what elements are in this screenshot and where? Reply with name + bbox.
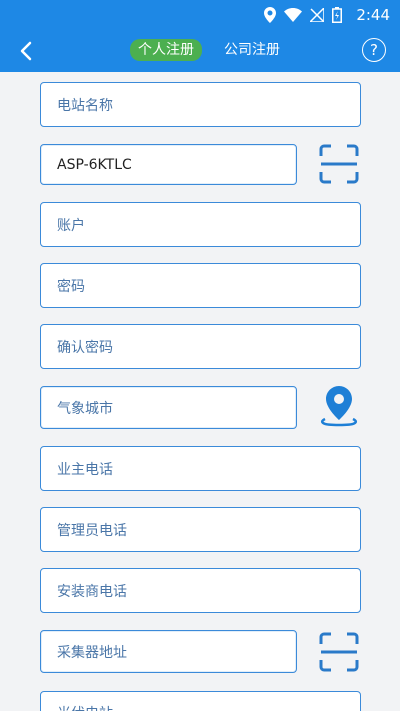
battery-charging-icon	[332, 7, 343, 23]
scan-sn-button[interactable]	[318, 143, 360, 185]
status-bar: 2:44	[0, 0, 400, 30]
confirm-password-input[interactable]: 确认密码	[40, 324, 361, 369]
location-icon	[264, 7, 277, 23]
scan-icon	[319, 144, 359, 184]
scan-collector-button[interactable]	[318, 631, 360, 673]
no-signal-icon	[310, 8, 325, 22]
back-button[interactable]	[14, 39, 38, 63]
back-arrow-icon	[20, 41, 32, 61]
owner-phone-input[interactable]: 业主电话	[40, 446, 361, 491]
register-tabs: 个人注册 公司注册	[130, 39, 288, 61]
wifi-icon	[284, 8, 303, 22]
location-pin-icon	[320, 386, 358, 427]
station-name-input[interactable]: 电站名称	[40, 82, 361, 127]
locate-city-button[interactable]	[318, 385, 360, 427]
collector-address-input[interactable]: 采集器地址	[40, 630, 297, 673]
admin-phone-input[interactable]: 管理员电话	[40, 507, 361, 552]
help-icon: ?	[370, 41, 378, 59]
installer-phone-input[interactable]: 安装商电话	[40, 568, 361, 613]
solar-power-input[interactable]: 光伏电站	[40, 691, 361, 711]
account-input[interactable]: 账户	[40, 202, 361, 247]
tab-company-register[interactable]: 公司注册	[216, 39, 288, 61]
tab-personal-register[interactable]: 个人注册	[130, 39, 202, 61]
app-bar: 个人注册 公司注册 ?	[0, 30, 400, 72]
register-form: 电站名称 ASP-6KTLC 账户 密码 确认密码 气象城市 业主电话 管理员电…	[0, 72, 400, 711]
help-button[interactable]: ?	[362, 38, 386, 62]
scan-icon	[319, 632, 359, 672]
status-time: 2:44	[356, 6, 390, 24]
device-sn-input[interactable]: ASP-6KTLC	[40, 144, 297, 185]
password-input[interactable]: 密码	[40, 263, 361, 308]
weather-city-input[interactable]: 气象城市	[40, 386, 297, 429]
